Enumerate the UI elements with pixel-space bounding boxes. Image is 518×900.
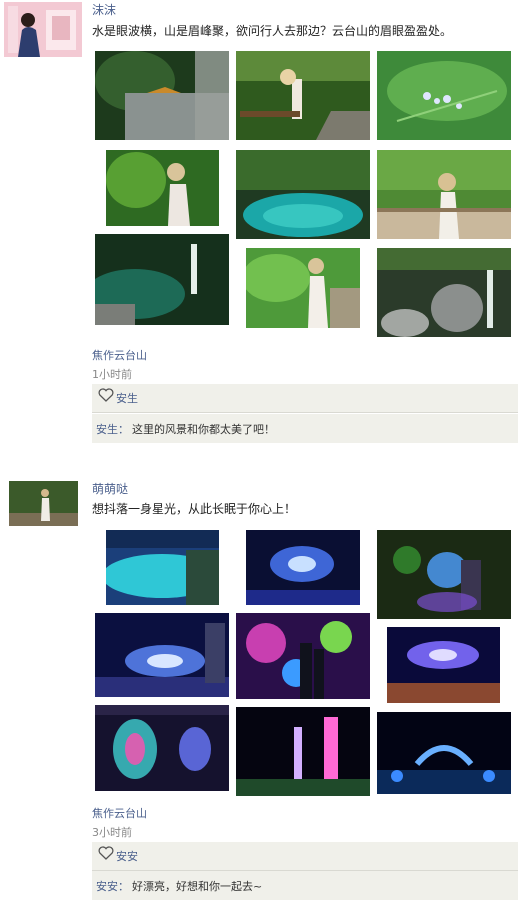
heart-icon	[98, 846, 114, 860]
location-link[interactable]: 焦作云台山	[92, 347, 147, 363]
moment-post-1: 沫沫 水是眼波横，山是眉峰聚，欲问行人去那边？云台山的眉眼盈盈处。 焦作云台山 …	[0, 0, 518, 450]
post-text: 想抖落一身星光，从此长眠于你心上！	[92, 502, 297, 516]
photo-2[interactable]	[236, 51, 370, 140]
photo-5[interactable]	[236, 613, 370, 699]
photo-7[interactable]	[95, 234, 229, 325]
photo-4[interactable]	[95, 613, 229, 697]
comment-row: 安生： 这里的风景和你都太美了吧！	[92, 414, 518, 443]
post-time: 1小时前	[92, 368, 132, 381]
photo-8[interactable]	[236, 707, 370, 796]
photo-4[interactable]	[106, 150, 219, 226]
liker-name[interactable]: 安生	[116, 390, 138, 406]
likes-bar: 安生	[92, 384, 518, 413]
comment-text: 这里的风景和你都太美了吧！	[132, 423, 275, 436]
photo-9[interactable]	[377, 248, 511, 337]
comment-user[interactable]: 安生：	[96, 421, 129, 437]
photo-3[interactable]	[377, 530, 511, 619]
comment-row: 安安： 好漂亮，好想和你一起去~	[92, 871, 518, 900]
photo-5[interactable]	[236, 150, 370, 239]
photo-7[interactable]	[95, 705, 229, 791]
avatar-image	[9, 481, 78, 526]
avatar[interactable]	[9, 481, 78, 526]
post-text: 水是眼波横，山是眉峰聚，欲问行人去那边？云台山的眉眼盈盈处。	[92, 24, 453, 38]
comment-text: 好漂亮，好想和你一起去~	[132, 880, 263, 893]
comment-user[interactable]: 安安：	[96, 878, 129, 894]
photo-2[interactable]	[246, 530, 360, 605]
photo-1[interactable]	[106, 530, 219, 605]
heart-icon	[98, 388, 114, 402]
photo-1[interactable]	[95, 51, 229, 140]
photo-8[interactable]	[246, 248, 360, 328]
avatar-image	[4, 2, 82, 57]
likes-bar: 安安	[92, 842, 518, 871]
liker-name[interactable]: 安安	[116, 848, 138, 864]
avatar[interactable]	[4, 2, 82, 57]
photo-6[interactable]	[387, 627, 500, 703]
username[interactable]: 萌萌哒	[92, 480, 128, 497]
photo-3[interactable]	[377, 51, 511, 140]
photo-6[interactable]	[377, 150, 511, 239]
photo-9[interactable]	[377, 712, 511, 794]
location-link[interactable]: 焦作云台山	[92, 805, 147, 821]
moment-post-2: 萌萌哒 想抖落一身星光，从此长眠于你心上！ 焦作云台山 3小时前 安安 安安： …	[0, 450, 518, 900]
post-time: 3小时前	[92, 826, 132, 839]
username[interactable]: 沫沫	[92, 1, 116, 18]
